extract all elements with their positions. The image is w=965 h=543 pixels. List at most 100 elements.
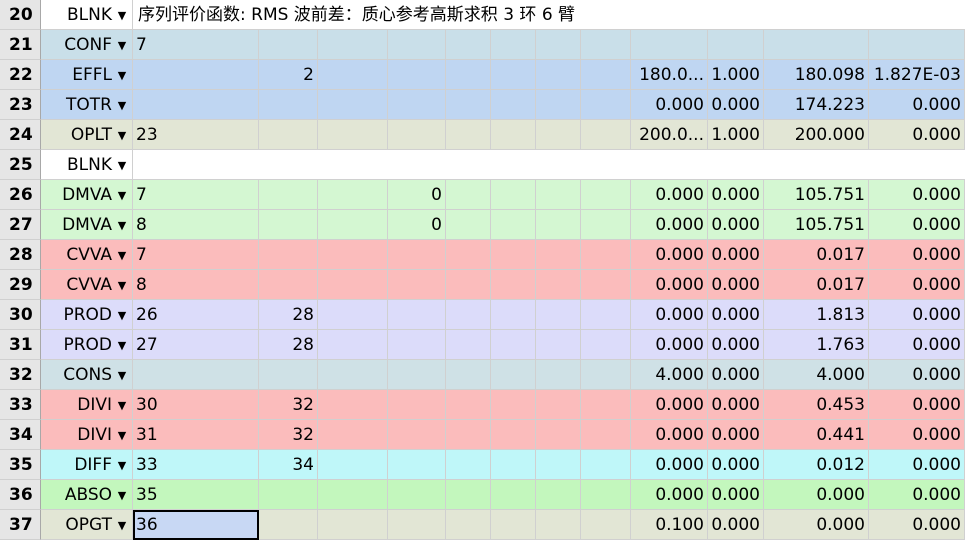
param-cell[interactable] [536, 90, 581, 120]
contrib-cell[interactable] [869, 30, 965, 60]
operand-row-21[interactable]: 21 CONF ▼ 7 [0, 30, 965, 60]
param-cell[interactable] [318, 450, 388, 480]
int1-cell[interactable] [133, 60, 259, 90]
param-cell[interactable] [581, 180, 631, 210]
operand-type-select[interactable]: BLNK ▼ [41, 0, 133, 30]
target-cell[interactable]: 0.000 [631, 390, 708, 420]
param-cell[interactable] [491, 240, 536, 270]
param-cell[interactable] [536, 180, 581, 210]
value-cell[interactable]: 180.098 [764, 60, 869, 90]
operand-type-select[interactable]: TOTR ▼ [41, 90, 133, 120]
param-cell[interactable] [446, 180, 491, 210]
value-cell[interactable]: 0.000 [764, 480, 869, 510]
param-cell[interactable] [446, 210, 491, 240]
operand-row-20[interactable]: 20 BLNK ▼ 序列评价函数: RMS 波前差：质心参考高斯求积 3 环 6 臂 [0, 0, 965, 30]
param-cell[interactable] [581, 480, 631, 510]
value-cell[interactable]: 1.763 [764, 330, 869, 360]
value-cell[interactable]: 0.441 [764, 420, 869, 450]
weight-cell[interactable]: 0.000 [708, 300, 764, 330]
operand-row-25[interactable]: 25 BLNK ▼ [0, 150, 965, 180]
operand-row-36[interactable]: 36 ABSO ▼ 35 0.000 0.000 0.000 0.000 [0, 480, 965, 510]
param-cell[interactable] [581, 420, 631, 450]
value-cell[interactable]: 0.017 [764, 240, 869, 270]
param-cell[interactable] [446, 360, 491, 390]
row-number[interactable]: 36 [0, 480, 41, 510]
weight-cell[interactable]: 0.000 [708, 360, 764, 390]
weight-cell[interactable]: 0.000 [708, 420, 764, 450]
operand-row-28[interactable]: 28 CVVA ▼ 7 0.000 0.000 0.017 0.000 [0, 240, 965, 270]
weight-cell[interactable]: 1.000 [708, 60, 764, 90]
target-cell[interactable]: 0.000 [631, 300, 708, 330]
row-number[interactable]: 21 [0, 30, 41, 60]
param-cell[interactable] [318, 330, 388, 360]
operand-type-select[interactable]: DIVI ▼ [41, 420, 133, 450]
param-cell[interactable] [388, 390, 446, 420]
param-cell[interactable] [491, 450, 536, 480]
param-cell[interactable] [446, 480, 491, 510]
int2-cell[interactable] [259, 360, 318, 390]
int1-cell[interactable]: 26 [133, 300, 259, 330]
operand-row-35[interactable]: 35 DIFF ▼ 33 34 0.000 0.000 0.012 0.000 [0, 450, 965, 480]
param-cell[interactable] [318, 60, 388, 90]
int1-cell[interactable]: 27 [133, 330, 259, 360]
int2-cell[interactable] [259, 210, 318, 240]
operand-row-23[interactable]: 23 TOTR ▼ 0.000 0.000 174.223 0.000 [0, 90, 965, 120]
int1-cell[interactable]: 7 [133, 180, 259, 210]
param-cell[interactable] [536, 360, 581, 390]
contrib-cell[interactable]: 0.000 [869, 270, 965, 300]
target-cell[interactable]: 0.000 [631, 330, 708, 360]
param-cell[interactable] [318, 270, 388, 300]
operand-type-select[interactable]: DIFF ▼ [41, 450, 133, 480]
operand-row-26[interactable]: 26 DMVA ▼ 7 0 0.000 0.000 105.751 0.000 [0, 180, 965, 210]
param-cell[interactable] [491, 60, 536, 90]
operand-row-37[interactable]: 37 OPGT ▼ 36 0.100 0.000 0.000 0.000 [0, 510, 965, 540]
value-cell[interactable]: 174.223 [764, 90, 869, 120]
operand-row-27[interactable]: 27 DMVA ▼ 8 0 0.000 0.000 105.751 0.000 [0, 210, 965, 240]
contrib-cell[interactable]: 0.000 [869, 240, 965, 270]
param-cell[interactable]: 0 [388, 210, 446, 240]
value-cell[interactable]: 4.000 [764, 360, 869, 390]
param-cell[interactable] [581, 270, 631, 300]
operand-row-32[interactable]: 32 CONS ▼ 4.000 0.000 4.000 0.000 [0, 360, 965, 390]
operand-type-select[interactable]: CONS ▼ [41, 360, 133, 390]
param-cell[interactable] [446, 60, 491, 90]
param-cell[interactable] [388, 360, 446, 390]
int2-cell[interactable] [259, 90, 318, 120]
int1-cell[interactable]: 8 [133, 270, 259, 300]
param-cell[interactable] [581, 300, 631, 330]
param-cell[interactable] [536, 510, 581, 540]
value-cell[interactable]: 105.751 [764, 180, 869, 210]
row-number[interactable]: 23 [0, 90, 41, 120]
operand-type-select[interactable]: CVVA ▼ [41, 240, 133, 270]
contrib-cell[interactable]: 0.000 [869, 510, 965, 540]
caret-down-icon[interactable]: ▼ [116, 241, 128, 269]
target-cell[interactable]: 0.000 [631, 240, 708, 270]
param-cell[interactable] [388, 270, 446, 300]
value-cell[interactable]: 0.017 [764, 270, 869, 300]
target-cell[interactable]: 180.0... [631, 60, 708, 90]
comment-cell[interactable]: 序列评价函数: RMS 波前差：质心参考高斯求积 3 环 6 臂 [133, 0, 965, 30]
param-cell[interactable] [536, 270, 581, 300]
caret-down-icon[interactable]: ▼ [116, 181, 128, 209]
value-cell[interactable]: 0.000 [764, 510, 869, 540]
row-number[interactable]: 26 [0, 180, 41, 210]
weight-cell[interactable]: 0.000 [708, 480, 764, 510]
param-cell[interactable] [491, 180, 536, 210]
int2-cell[interactable] [259, 510, 318, 540]
param-cell[interactable] [318, 210, 388, 240]
row-number[interactable]: 35 [0, 450, 41, 480]
param-cell[interactable] [388, 90, 446, 120]
int2-cell[interactable]: 28 [259, 300, 318, 330]
weight-cell[interactable]: 0.000 [708, 180, 764, 210]
param-cell[interactable] [446, 510, 491, 540]
weight-cell[interactable]: 0.000 [708, 510, 764, 540]
param-cell[interactable] [388, 510, 446, 540]
param-cell[interactable] [491, 480, 536, 510]
operand-type-select[interactable]: EFFL ▼ [41, 60, 133, 90]
operand-row-24[interactable]: 24 OPLT ▼ 23 200.0... 1.000 200.000 0.000 [0, 120, 965, 150]
param-cell[interactable] [318, 510, 388, 540]
operand-row-31[interactable]: 31 PROD ▼ 27 28 0.000 0.000 1.763 0.000 [0, 330, 965, 360]
contrib-cell[interactable]: 1.827E-03 [869, 60, 965, 90]
operand-type-select[interactable]: OPGT ▼ [41, 510, 133, 540]
int2-cell[interactable] [259, 480, 318, 510]
